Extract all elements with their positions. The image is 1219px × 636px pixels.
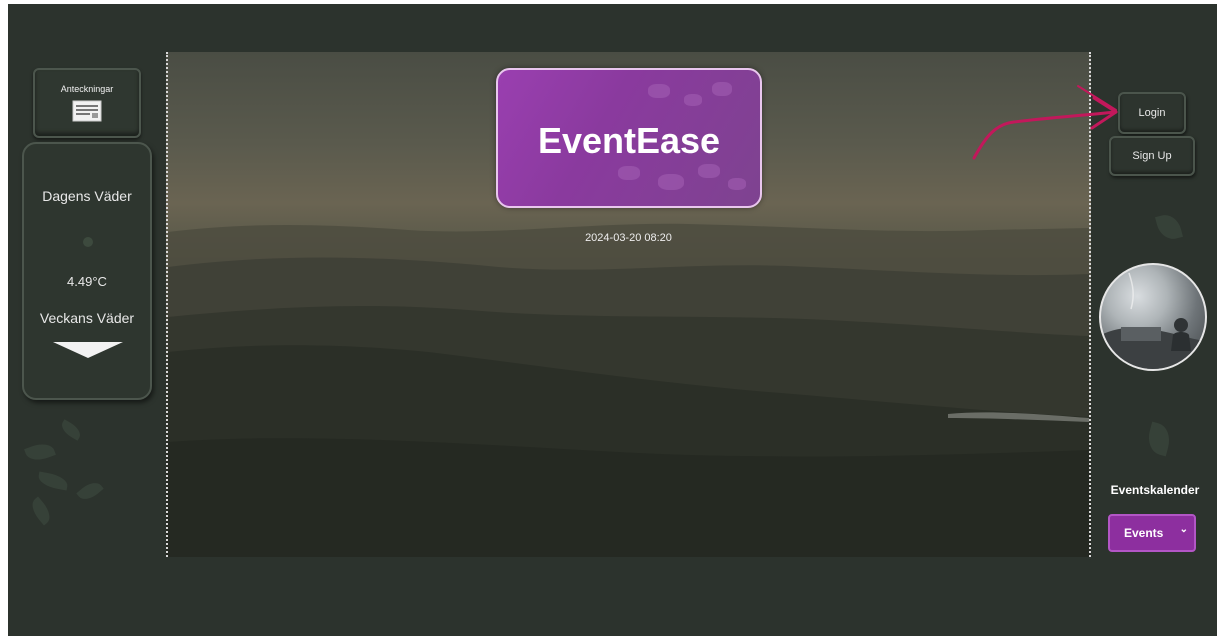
avatar[interactable] (1099, 263, 1207, 371)
leaf-decoration (1144, 421, 1174, 457)
logo-pattern (658, 174, 684, 190)
weather-title: Dagens Väder (42, 188, 132, 204)
leaf-decoration (58, 419, 84, 441)
logo-text: EventEase (537, 120, 721, 161)
chevron-down-icon: ⌄ (1179, 524, 1188, 535)
logo-pattern (618, 166, 640, 180)
app-frame: Anteckningar Dagens Väder 4.49°C Veckans… (8, 4, 1217, 636)
notes-button[interactable]: Anteckningar (33, 68, 141, 138)
weather-icon (83, 237, 93, 247)
current-datetime: 2024-03-20 08:20 (585, 232, 672, 244)
events-dropdown-label: Events (1124, 526, 1164, 540)
logo-pattern (712, 82, 732, 96)
logo-pattern (648, 84, 670, 98)
leaf-decoration (1155, 211, 1183, 243)
leaf-decoration (76, 477, 104, 505)
temperature-value: 4.49°C (67, 274, 107, 289)
leaf-decoration (37, 471, 69, 491)
logo-card: EventEase (496, 68, 762, 208)
weekly-weather-label: Veckans Väder (39, 310, 135, 326)
logo-pattern (698, 164, 720, 178)
profile-photo (1101, 272, 1205, 369)
triangle-down-icon[interactable] (53, 342, 123, 358)
events-dropdown[interactable]: Events ⌄ (1108, 514, 1196, 552)
hero-banner: EventEase 2024-03-20 08:20 (166, 52, 1091, 557)
leaf-decoration (24, 439, 56, 465)
logo-pattern (728, 178, 746, 190)
login-button[interactable]: Login (1118, 92, 1186, 134)
logo-pattern (684, 94, 702, 106)
event-calendar-label: Eventskalender (1110, 483, 1200, 497)
notes-label: Anteckningar (60, 84, 114, 94)
leaf-decoration (27, 496, 55, 526)
notepad-icon (72, 100, 102, 122)
annotation-arrow (972, 85, 1118, 160)
weather-panel: Dagens Väder 4.49°C Veckans Väder (22, 142, 152, 400)
